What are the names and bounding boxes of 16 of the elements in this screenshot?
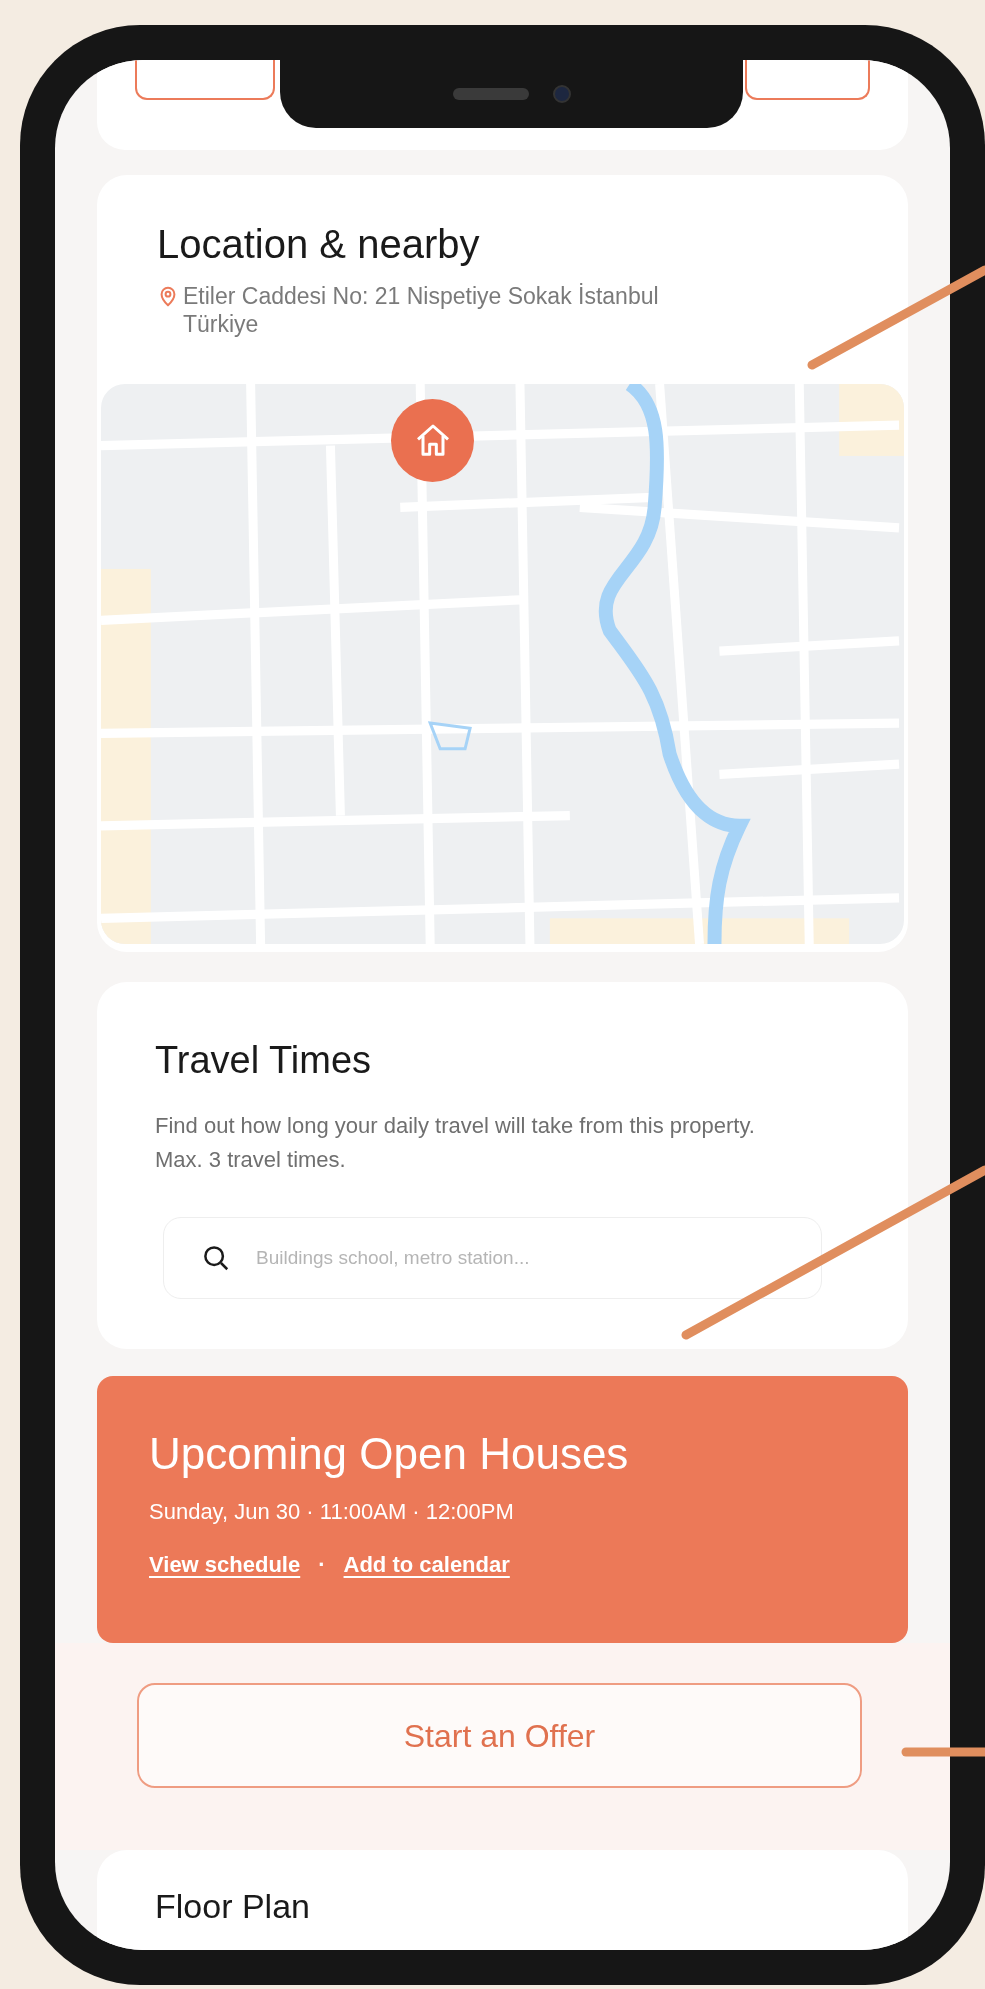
section-title: Location & nearby bbox=[156, 221, 481, 268]
date-time-text: Sunday, Jun 30 · 11:00AM · 12:00PM bbox=[149, 1498, 515, 1526]
separator-dot: · bbox=[318, 1551, 326, 1579]
section-title: Travel Times bbox=[155, 1038, 373, 1083]
camera-lens bbox=[552, 85, 571, 103]
section-title: Floor Plan bbox=[155, 1886, 311, 1926]
address-text: Etiler Caddesi No: 21 Nispetiye Sokak İstanbul Türkiye bbox=[183, 282, 660, 338]
banner-link[interactable]: Add to calendar bbox=[343, 1550, 510, 1579]
start-offer-button[interactable]: Start an Offer bbox=[137, 1683, 862, 1788]
outlined-button[interactable] bbox=[745, 60, 870, 100]
search-icon bbox=[201, 1243, 231, 1273]
banner-title: Upcoming Open Houses bbox=[149, 1428, 630, 1480]
banner-link[interactable]: View schedule bbox=[149, 1550, 301, 1579]
outlined-button[interactable] bbox=[135, 60, 275, 100]
search-field[interactable]: Buildings school, metro station... bbox=[163, 1217, 822, 1299]
description-text: Find out how long your daily travel will take from this property. Max. 3 travel times. bbox=[155, 1112, 756, 1174]
